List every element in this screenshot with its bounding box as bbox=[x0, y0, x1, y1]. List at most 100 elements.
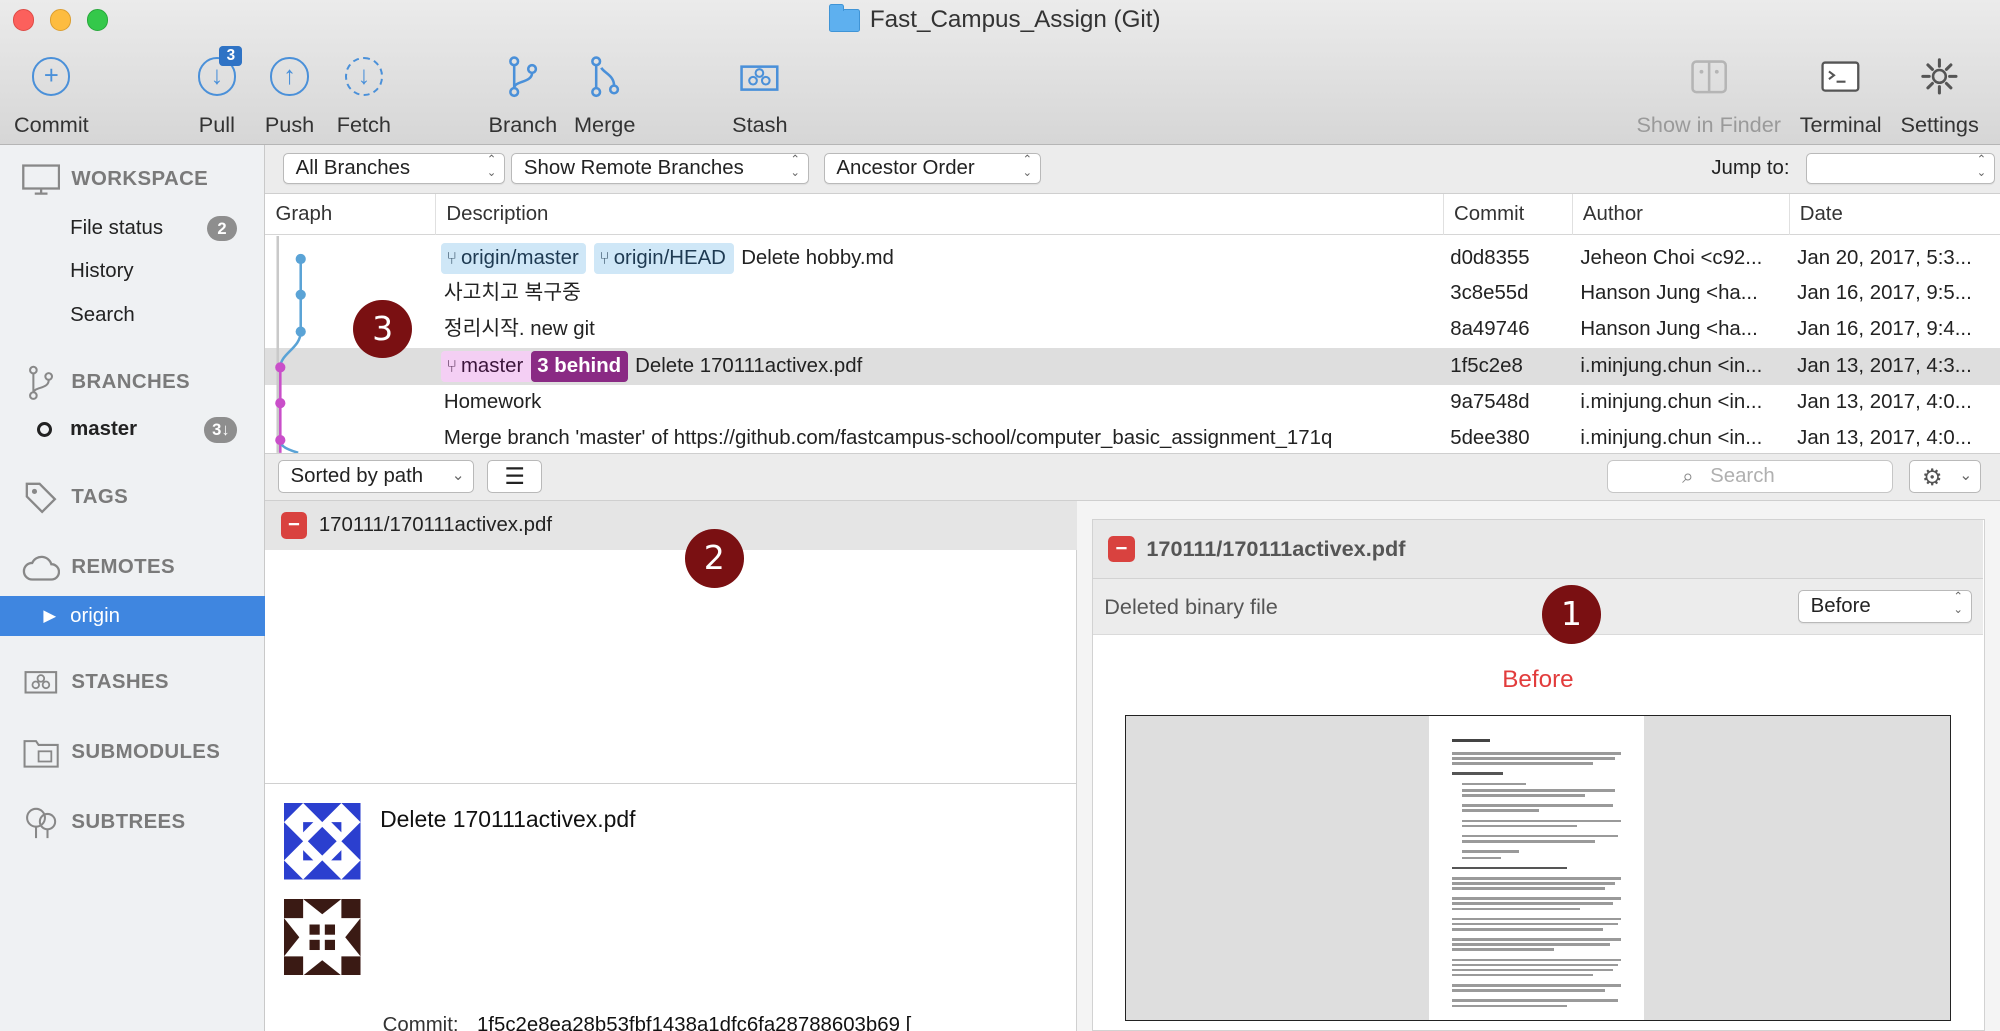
file-row[interactable]: − 170111/170111activex.pdf bbox=[265, 501, 1077, 550]
column-graph[interactable]: Graph bbox=[265, 193, 437, 235]
push-button[interactable]: ↑ Push bbox=[264, 51, 315, 138]
branch-icon: ⑂ bbox=[446, 248, 458, 269]
pdf-preview bbox=[1124, 715, 1952, 1022]
commit-row[interactable]: ⑂ origin/master ⑂ origin/HEAD Delete hobby.m… bbox=[265, 240, 2000, 276]
sidebar-item-file-status[interactable]: File status 2 bbox=[0, 210, 265, 246]
sidebar-section-submodules[interactable]: SUBMODULES bbox=[0, 733, 265, 771]
commit-author: i.minjung.chun <in... bbox=[1580, 426, 1763, 449]
submodules-label: SUBMODULES bbox=[71, 741, 221, 764]
show-in-finder-button[interactable]: Show in Finder bbox=[1636, 51, 1781, 138]
stash-icon bbox=[20, 665, 61, 701]
jump-to-label: Jump to: bbox=[1711, 156, 1790, 179]
fetch-label: Fetch bbox=[336, 112, 391, 138]
merge-label: Merge bbox=[573, 112, 636, 138]
cloud-icon bbox=[20, 550, 61, 586]
column-description[interactable]: Description bbox=[436, 193, 1444, 235]
file-status-count: 2 bbox=[206, 215, 238, 242]
fetch-arrow-icon: ↓ bbox=[344, 57, 383, 96]
branch-button[interactable]: Branch bbox=[488, 51, 558, 138]
fetch-button[interactable]: ↓ Fetch bbox=[337, 51, 391, 138]
current-branch-icon bbox=[36, 422, 53, 438]
commit-hash: 1f5c2e8 bbox=[1450, 355, 1523, 378]
commit-list: ⑂ origin/master ⑂ origin/HEAD Delete hobby.m… bbox=[265, 235, 2000, 453]
branch-filter-dropdown[interactable]: All Branches bbox=[283, 153, 506, 184]
diff-status-text: Deleted binary file bbox=[1104, 593, 1278, 619]
removed-file-icon: − bbox=[280, 512, 308, 539]
sidebar-item-history[interactable]: History bbox=[0, 254, 265, 290]
sidebar-section-remotes[interactable]: REMOTES bbox=[0, 548, 265, 586]
commit-message: Delete 170111activex.pdf bbox=[380, 805, 636, 832]
commit-order-dropdown[interactable]: Ancestor Order bbox=[823, 153, 1041, 184]
commit-description: 사고치고 복구중 bbox=[443, 282, 581, 305]
stash-button[interactable]: Stash bbox=[732, 51, 788, 138]
plus-icon: + bbox=[32, 57, 71, 96]
tag-icon bbox=[20, 480, 61, 516]
origin-label: origin bbox=[70, 604, 121, 627]
sidebar-section-subtrees[interactable]: SUBTREES bbox=[0, 804, 265, 842]
window-title: Fast_Campus_Assign (Git) bbox=[828, 3, 1161, 37]
list-view-button[interactable]: ☰ bbox=[487, 460, 543, 494]
commit-label: Commit bbox=[14, 112, 89, 138]
diff-file-path: 170111/170111activex.pdf bbox=[1146, 535, 1406, 561]
sidebar-section-workspace[interactable]: WORKSPACE bbox=[0, 161, 265, 199]
commit-author: i.minjung.chun <in... bbox=[1580, 390, 1763, 413]
merge-icon bbox=[590, 56, 619, 97]
behind-badge: 3 behind bbox=[530, 351, 628, 383]
monitor-icon bbox=[20, 162, 61, 198]
branch-label: Branch bbox=[488, 112, 558, 138]
commit-row[interactable]: 사고치고 복구중 3c8e55d Hanson Jung <ha... Jan … bbox=[265, 275, 2000, 311]
merge-button[interactable]: Merge bbox=[574, 51, 635, 138]
file-options-button[interactable]: ⚙ ⌄ bbox=[1909, 460, 1981, 494]
commit-date: Jan 13, 2017, 4:0... bbox=[1797, 426, 1972, 449]
commit-button[interactable]: + Commit bbox=[14, 51, 89, 138]
column-author[interactable]: Author bbox=[1573, 193, 1790, 235]
pdf-page-thumbnail bbox=[1429, 716, 1644, 1021]
subtree-icon bbox=[20, 805, 61, 841]
close-window-button[interactable] bbox=[12, 8, 35, 31]
branch-icon bbox=[508, 56, 537, 97]
branch-icon: ⑂ bbox=[599, 248, 610, 269]
push-arrow-icon: ↑ bbox=[270, 57, 309, 96]
column-date[interactable]: Date bbox=[1790, 194, 2000, 235]
jump-to-dropdown[interactable] bbox=[1806, 153, 1995, 184]
gear-icon bbox=[1921, 58, 1958, 95]
commit-description: Merge branch 'master' of https://github.… bbox=[443, 426, 1333, 449]
sidebar-item-search[interactable]: Search bbox=[0, 297, 265, 333]
commit-date: Jan 13, 2017, 4:0... bbox=[1797, 390, 1972, 413]
commit-row[interactable]: 정리시작. new git 8a49746 Hanson Jung <ha...… bbox=[265, 311, 2000, 347]
terminal-button[interactable]: Terminal bbox=[1800, 51, 1882, 138]
sort-label: Sorted by path bbox=[290, 465, 424, 488]
sidebar-section-tags[interactable]: TAGS bbox=[0, 478, 265, 516]
commit-row[interactable]: Homework 9a7548d i.minjung.chun <in... J… bbox=[265, 384, 2000, 420]
zoom-window-button[interactable] bbox=[86, 8, 109, 31]
search-icon: ⌕ bbox=[1682, 466, 1694, 489]
sidebar-item-origin[interactable]: ▶ origin bbox=[0, 595, 266, 637]
branch-tag[interactable]: ⑂ master bbox=[441, 351, 531, 383]
sidebar-section-branches[interactable]: BRANCHES bbox=[0, 364, 265, 402]
sidebar-section-stashes[interactable]: STASHES bbox=[0, 663, 265, 701]
branch-tag[interactable]: ⑂ origin/master bbox=[441, 243, 587, 274]
remotes-label: REMOTES bbox=[71, 556, 175, 579]
commit-row[interactable]: Merge branch 'master' of https://github.… bbox=[265, 420, 2000, 453]
master-behind-count: 3↓ bbox=[204, 417, 238, 443]
disclosure-triangle-icon[interactable]: ▶ bbox=[43, 606, 56, 626]
commit-description: 정리시작. new git bbox=[443, 318, 595, 341]
commit-description: Homework bbox=[443, 390, 542, 413]
removed-file-icon: − bbox=[1108, 535, 1135, 563]
diff-area: − 170111/170111activex.pdf Deleted binar… bbox=[1076, 501, 2000, 1031]
window-title-text: Fast_Campus_Assign (Git) bbox=[869, 6, 1161, 34]
stashes-label: STASHES bbox=[71, 670, 169, 693]
sort-dropdown[interactable]: Sorted by path ⌄ bbox=[278, 460, 475, 494]
branch-tag[interactable]: ⑂ origin/HEAD bbox=[594, 243, 734, 274]
file-search-input[interactable]: ⌕ Search bbox=[1607, 460, 1893, 494]
sidebar-item-master[interactable]: master 3↓ bbox=[0, 412, 265, 448]
commit-author: i.minjung.chun <in... bbox=[1580, 355, 1763, 378]
minimize-window-button[interactable] bbox=[49, 8, 72, 31]
column-commit[interactable]: Commit bbox=[1444, 193, 1573, 235]
gear-icon: ⚙ bbox=[1921, 464, 1943, 491]
commit-row-selected[interactable]: ⑂ master 3 behind Delete 170111activex.pdf … bbox=[265, 348, 2000, 385]
before-after-dropdown[interactable]: Before bbox=[1798, 590, 1972, 624]
settings-button[interactable]: Settings bbox=[1900, 51, 1979, 138]
pull-button[interactable]: ↓ 3 Pull bbox=[191, 45, 243, 138]
remote-branches-dropdown[interactable]: Show Remote Branches bbox=[511, 153, 809, 184]
